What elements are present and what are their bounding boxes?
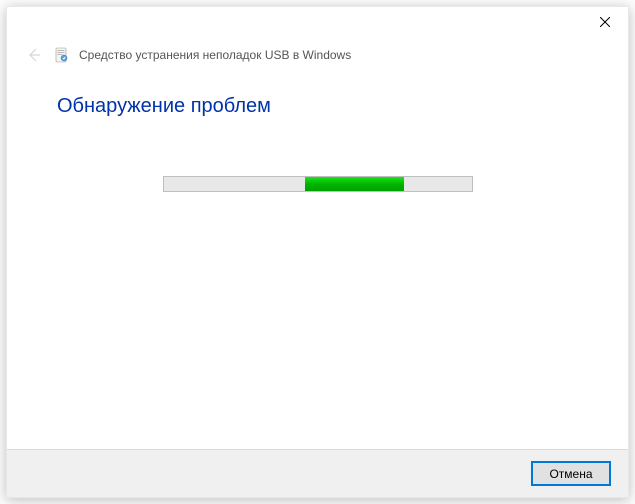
content-area: Обнаружение проблем bbox=[7, 67, 628, 449]
cancel-button[interactable]: Отмена bbox=[532, 462, 610, 485]
page-heading: Обнаружение проблем bbox=[57, 95, 578, 118]
header-row: Средство устранения неполадок USB в Wind… bbox=[7, 39, 628, 67]
troubleshooter-icon bbox=[53, 47, 69, 63]
footer: Отмена bbox=[7, 449, 628, 497]
close-button[interactable] bbox=[582, 7, 628, 37]
back-arrow-icon bbox=[26, 47, 42, 63]
window-title: Средство устранения неполадок USB в Wind… bbox=[79, 48, 351, 62]
close-icon bbox=[600, 17, 610, 27]
titlebar bbox=[7, 7, 628, 39]
troubleshooter-window: Средство устранения неполадок USB в Wind… bbox=[6, 6, 629, 498]
progress-bar bbox=[163, 176, 473, 192]
back-button bbox=[25, 46, 43, 64]
progress-fill bbox=[305, 177, 404, 191]
